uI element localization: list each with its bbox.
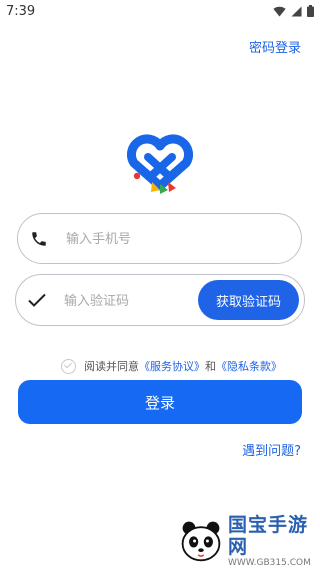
agreement-row: 阅读并同意 《服务协议》 和 《隐私条款》 [61,358,282,374]
password-login-link[interactable]: 密码登录 [249,37,301,56]
status-bar: 7:39 [0,0,320,24]
heart-logo-icon [127,134,193,194]
agree-check-icon[interactable] [61,358,76,374]
phone-icon [32,231,46,246]
agreement-conjunction: 和 [205,360,216,373]
get-code-button[interactable]: 获取验证码 [198,280,299,320]
help-link[interactable]: 遇到问题? [242,440,301,459]
wifi-icon [273,6,286,17]
code-field: 获取验证码 [15,274,305,327]
watermark-url: WWW.GB315.COM [228,558,311,568]
service-agreement-link[interactable]: 《服务协议》 [139,358,205,374]
battery-icon [307,5,314,17]
check-icon [28,293,46,307]
phone-field [17,213,302,265]
phone-input[interactable] [64,214,288,265]
status-time: 7:39 [6,4,36,19]
watermark: 国宝手游网 WWW.GB315.COM [176,514,320,568]
watermark-name: 国宝手游网 [228,514,309,558]
privacy-policy-link[interactable]: 《隐私条款》 [216,358,282,374]
status-icons [273,5,314,17]
code-input[interactable] [62,275,196,327]
agreement-prefix: 阅读并同意 [84,360,139,373]
watermark-text: 国宝手游网 WWW.GB315.COM [228,514,320,568]
panda-logo-icon [181,521,221,562]
login-button[interactable]: 登录 [18,380,302,424]
signal-icon [291,5,302,17]
